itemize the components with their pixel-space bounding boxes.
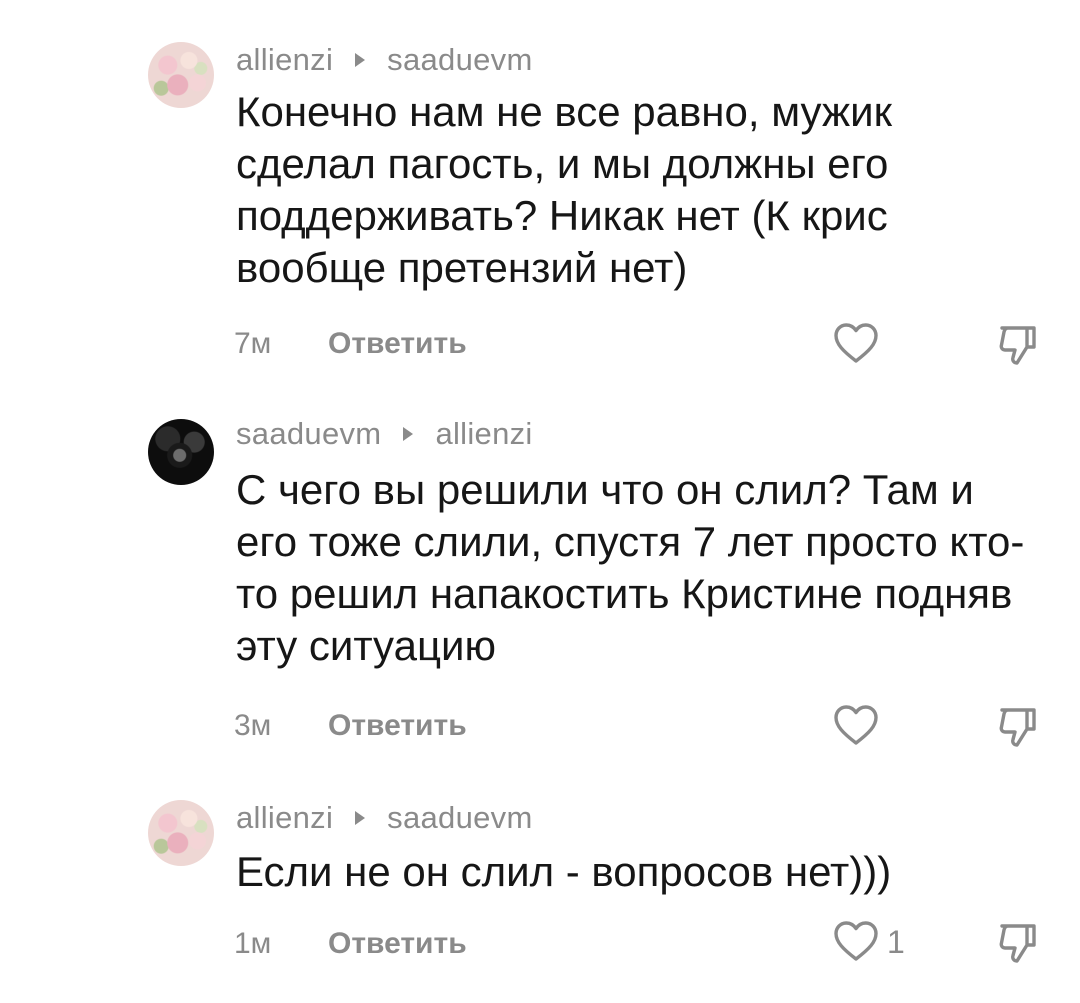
dislike-button[interactable]: [996, 921, 1040, 965]
comment-header: allienzi saaduevm: [236, 798, 533, 838]
author-name[interactable]: saaduevm: [236, 416, 381, 452]
reply-to-name[interactable]: saaduevm: [387, 42, 532, 78]
reply-to-name[interactable]: allienzi: [435, 416, 532, 452]
comment-meta: 1м Ответить: [234, 922, 467, 966]
triangle-right-icon: [403, 427, 414, 441]
like-button[interactable]: 1: [833, 920, 905, 964]
reply-button[interactable]: Ответить: [328, 709, 467, 743]
reply-to-name[interactable]: saaduevm: [387, 800, 532, 836]
comment-header: saaduevm allienzi: [236, 414, 533, 454]
avatar[interactable]: [148, 800, 214, 866]
comment-meta: 3м Ответить: [234, 704, 467, 748]
heart-icon: [834, 921, 878, 961]
author-name[interactable]: allienzi: [236, 800, 333, 836]
like-button[interactable]: [833, 704, 879, 748]
comment-header: allienzi saaduevm: [236, 40, 533, 80]
reply-button[interactable]: Ответить: [328, 327, 467, 361]
thumbs-down-icon: [999, 924, 1036, 963]
dislike-button[interactable]: [996, 705, 1040, 749]
author-name[interactable]: allienzi: [236, 42, 333, 78]
comment-text: С чего вы решили что он слил? Там и его …: [236, 466, 1025, 669]
heart-icon: [834, 705, 878, 745]
dislike-button[interactable]: [996, 323, 1040, 367]
comment-time: 1м: [234, 927, 272, 960]
like-button[interactable]: [833, 322, 879, 366]
comment-meta: 7м Ответить: [234, 322, 467, 366]
triangle-right-icon: [355, 53, 366, 67]
triangle-right-icon: [355, 811, 366, 825]
comment-text: Если не он слил - вопросов нет))): [236, 848, 892, 895]
like-count: 1: [887, 923, 905, 960]
comment-time: 7м: [234, 327, 272, 360]
avatar[interactable]: [148, 419, 214, 485]
avatar[interactable]: [148, 42, 214, 108]
thumbs-down-icon: [999, 708, 1036, 747]
heart-icon: [834, 323, 878, 363]
thumbs-down-icon: [999, 326, 1036, 365]
comment-time: 3м: [234, 709, 272, 742]
comment-text: Конечно нам не все равно, мужик сделал п…: [236, 88, 892, 291]
reply-button[interactable]: Ответить: [328, 927, 467, 961]
